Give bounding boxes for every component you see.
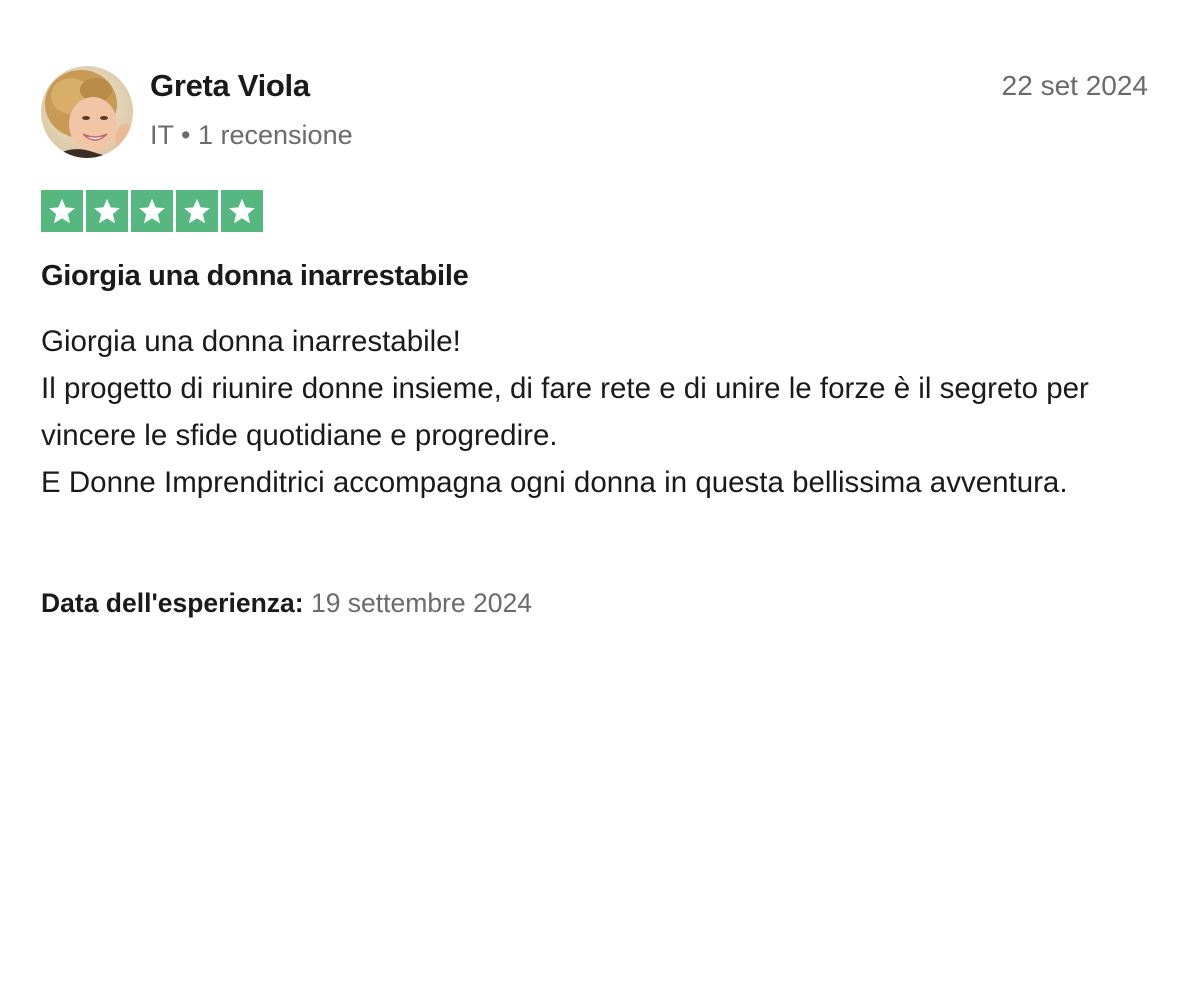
- review-body: Giorgia una donna inarrestabile! Il prog…: [41, 318, 1141, 506]
- review-body-line: E Donne Imprenditrici accompagna ogni do…: [41, 466, 1068, 499]
- star-icon: [221, 190, 263, 232]
- reviewer-country: IT: [150, 120, 174, 150]
- experience-label: Data dell'esperienza:: [41, 588, 304, 618]
- experience-value: 19 settembre 2024: [310, 588, 532, 618]
- star-icon: [131, 190, 173, 232]
- star-icon: [176, 190, 218, 232]
- review-title[interactable]: Giorgia una donna inarrestabile: [41, 260, 469, 293]
- review-card: Greta Viola IT • 1 recensione 22 set 202…: [41, 66, 1151, 618]
- review-body-line: Giorgia una donna inarrestabile!: [41, 325, 461, 358]
- star-rating: [41, 190, 263, 232]
- star-icon: [41, 190, 83, 232]
- avatar-photo: [41, 66, 133, 158]
- star-icon: [86, 190, 128, 232]
- review-date: 22 set 2024: [1001, 70, 1148, 101]
- review-header: Greta Viola IT • 1 recensione 22 set 202…: [41, 66, 1151, 158]
- experience-date: Data dell'esperienza: 19 settembre 2024: [41, 588, 532, 619]
- reviewer-review-count: 1 recensione: [198, 120, 353, 150]
- review-body-line: Il progetto di riunire donne insieme, di…: [41, 372, 1089, 452]
- reviewer-name[interactable]: Greta Viola: [150, 68, 310, 104]
- reviewer-meta: IT • 1 recensione: [150, 120, 353, 151]
- meta-separator: •: [181, 120, 191, 150]
- avatar[interactable]: [41, 66, 133, 158]
